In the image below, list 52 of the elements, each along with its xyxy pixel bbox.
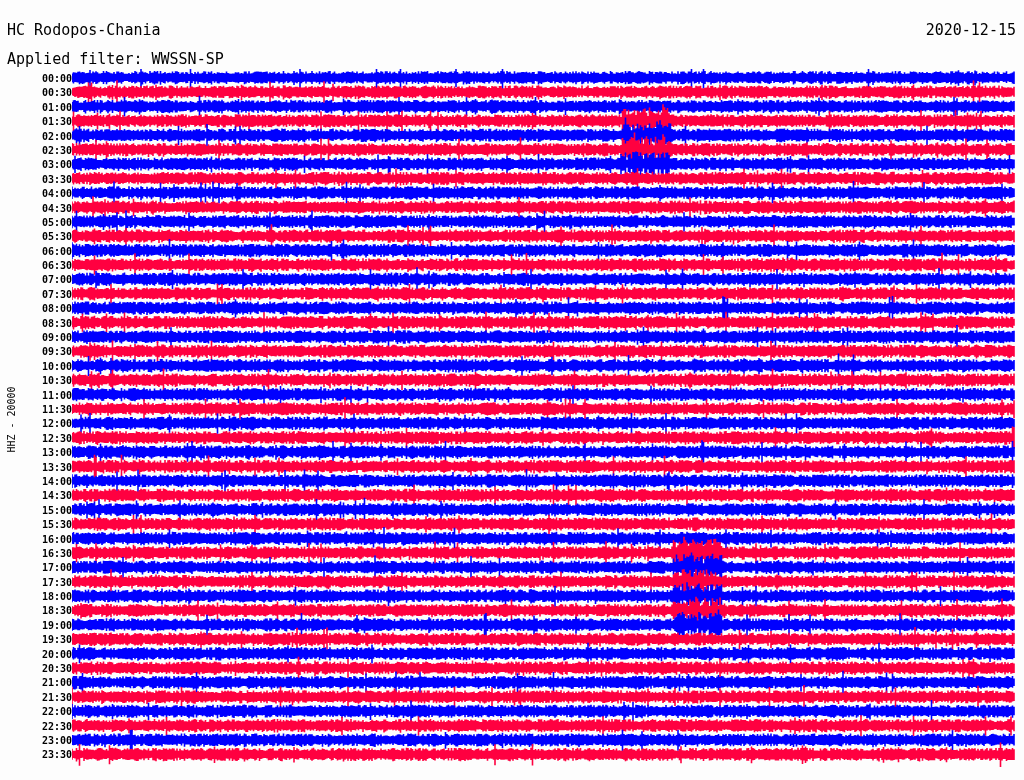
time-label: 19:00	[40, 618, 72, 633]
time-label: 23:30	[40, 748, 72, 763]
time-label: 17:30	[40, 575, 72, 590]
station-title: HC Rodopos-Chania	[7, 20, 161, 40]
time-label: 11:00	[40, 388, 72, 403]
time-label: 09:00	[40, 331, 72, 346]
time-label: 04:00	[40, 187, 72, 202]
time-label: 04:30	[40, 201, 72, 216]
time-label: 20:30	[40, 662, 72, 676]
time-label: 13:30	[40, 460, 72, 475]
time-label: 17:00	[40, 561, 72, 576]
time-label: 16:00	[40, 532, 72, 547]
time-label: 09:30	[40, 345, 72, 360]
time-label: 05:30	[40, 230, 72, 245]
time-label: 22:00	[40, 705, 72, 720]
time-label: 08:00	[40, 302, 72, 317]
time-label: 07:30	[40, 287, 72, 302]
time-label: 16:30	[40, 546, 72, 561]
time-label: 03:30	[40, 172, 72, 187]
time-label: 02:00	[40, 129, 72, 144]
time-label: 01:00	[40, 100, 72, 115]
time-label: 07:00	[40, 273, 72, 288]
time-label: 02:30	[40, 143, 72, 158]
time-label: 05:00	[40, 215, 72, 230]
time-label: 18:00	[40, 590, 72, 605]
time-label: 18:30	[40, 604, 72, 619]
time-label: 15:30	[40, 518, 72, 533]
time-label: 14:00	[40, 474, 72, 489]
time-label: 10:00	[40, 359, 72, 374]
time-label: 11:30	[40, 403, 72, 417]
time-label: 20:00	[40, 647, 72, 662]
axis-label: HHZ - 20000	[5, 385, 17, 453]
time-label: 12:00	[40, 417, 72, 432]
time-label: 00:00	[40, 72, 72, 86]
filter-label: Applied filter: WWSSN-SP	[6, 49, 225, 69]
time-label: 14:30	[40, 489, 72, 504]
time-label: 03:00	[40, 158, 72, 173]
time-label: 19:30	[40, 633, 72, 648]
time-label: 06:30	[40, 259, 72, 274]
time-label: 12:30	[40, 431, 72, 446]
time-label: 10:30	[40, 374, 72, 389]
time-label: 06:00	[40, 244, 72, 259]
date-label: 2020-12-15	[925, 20, 1016, 40]
time-label: 15:00	[40, 503, 72, 518]
time-label: 23:00	[40, 733, 72, 748]
time-label: 22:30	[40, 719, 72, 734]
time-label: 08:30	[40, 316, 72, 331]
time-label: 21:00	[40, 676, 72, 691]
time-label: 00:30	[40, 86, 72, 101]
time-label: 21:30	[40, 690, 72, 705]
time-label: 01:30	[40, 115, 72, 130]
time-label: 13:00	[40, 446, 72, 461]
